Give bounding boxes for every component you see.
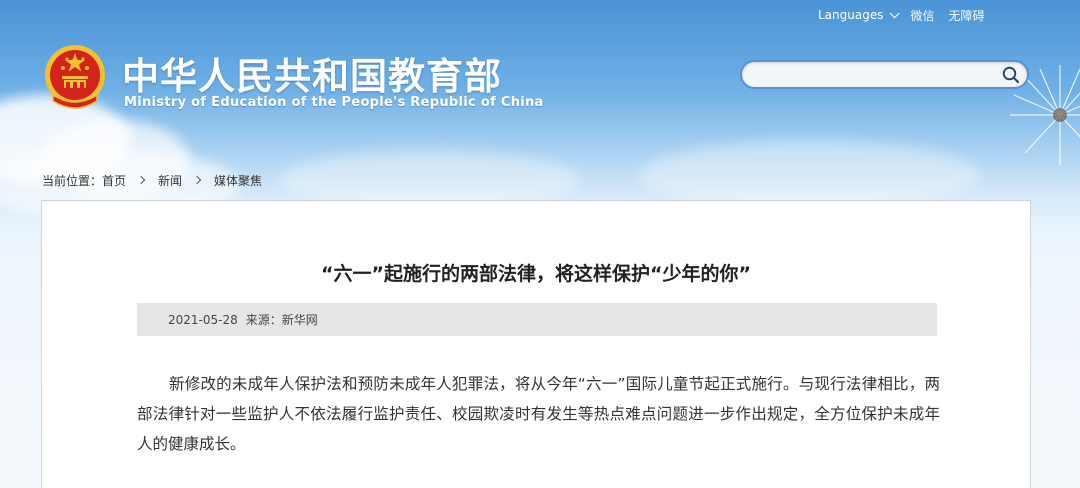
chevron-right-icon xyxy=(192,175,202,185)
search-icon[interactable] xyxy=(1001,65,1021,85)
article-meta: 2021-05-28 来源：新华网 xyxy=(137,303,937,336)
breadcrumb-prefix: 当前位置： xyxy=(42,173,103,188)
languages-label: Languages xyxy=(818,8,884,22)
article-source: 来源：新华网 xyxy=(245,313,318,327)
article-panel: “六一”起施行的两部法律，将这样保护“少年的你” 2021-05-28 来源：新… xyxy=(41,200,1031,488)
article-title: “六一”起施行的两部法律，将这样保护“少年的你” xyxy=(321,263,751,285)
breadcrumb-home[interactable]: 首页 xyxy=(102,172,126,189)
search-input[interactable] xyxy=(754,65,994,85)
accessibility-link[interactable]: 无障碍 xyxy=(949,7,985,24)
chevron-right-icon xyxy=(136,175,146,185)
wechat-link[interactable]: 微信 xyxy=(910,7,934,24)
languages-menu[interactable]: Languages xyxy=(818,7,901,22)
chevron-down-icon xyxy=(890,7,901,18)
breadcrumb-news[interactable]: 新闻 xyxy=(158,172,182,189)
article-body: 新修改的未成年人保护法和预防未成年人犯罪法，将从今年“六一”国际儿童节起正式施行… xyxy=(137,375,940,453)
site-title[interactable]: 中华人民共和国教育部 xyxy=(122,46,502,100)
top-links: Languages 微信 无障碍 xyxy=(818,6,985,24)
article-date: 2021-05-28 xyxy=(168,312,238,327)
breadcrumb: 当前位置： 首页 新闻 媒体聚焦 xyxy=(42,172,262,188)
site-subtitle: Ministry of Education of the People's Re… xyxy=(124,95,544,110)
search-box xyxy=(740,60,1029,89)
breadcrumb-media-focus[interactable]: 媒体聚焦 xyxy=(214,172,262,189)
national-emblem-icon[interactable] xyxy=(43,43,107,113)
